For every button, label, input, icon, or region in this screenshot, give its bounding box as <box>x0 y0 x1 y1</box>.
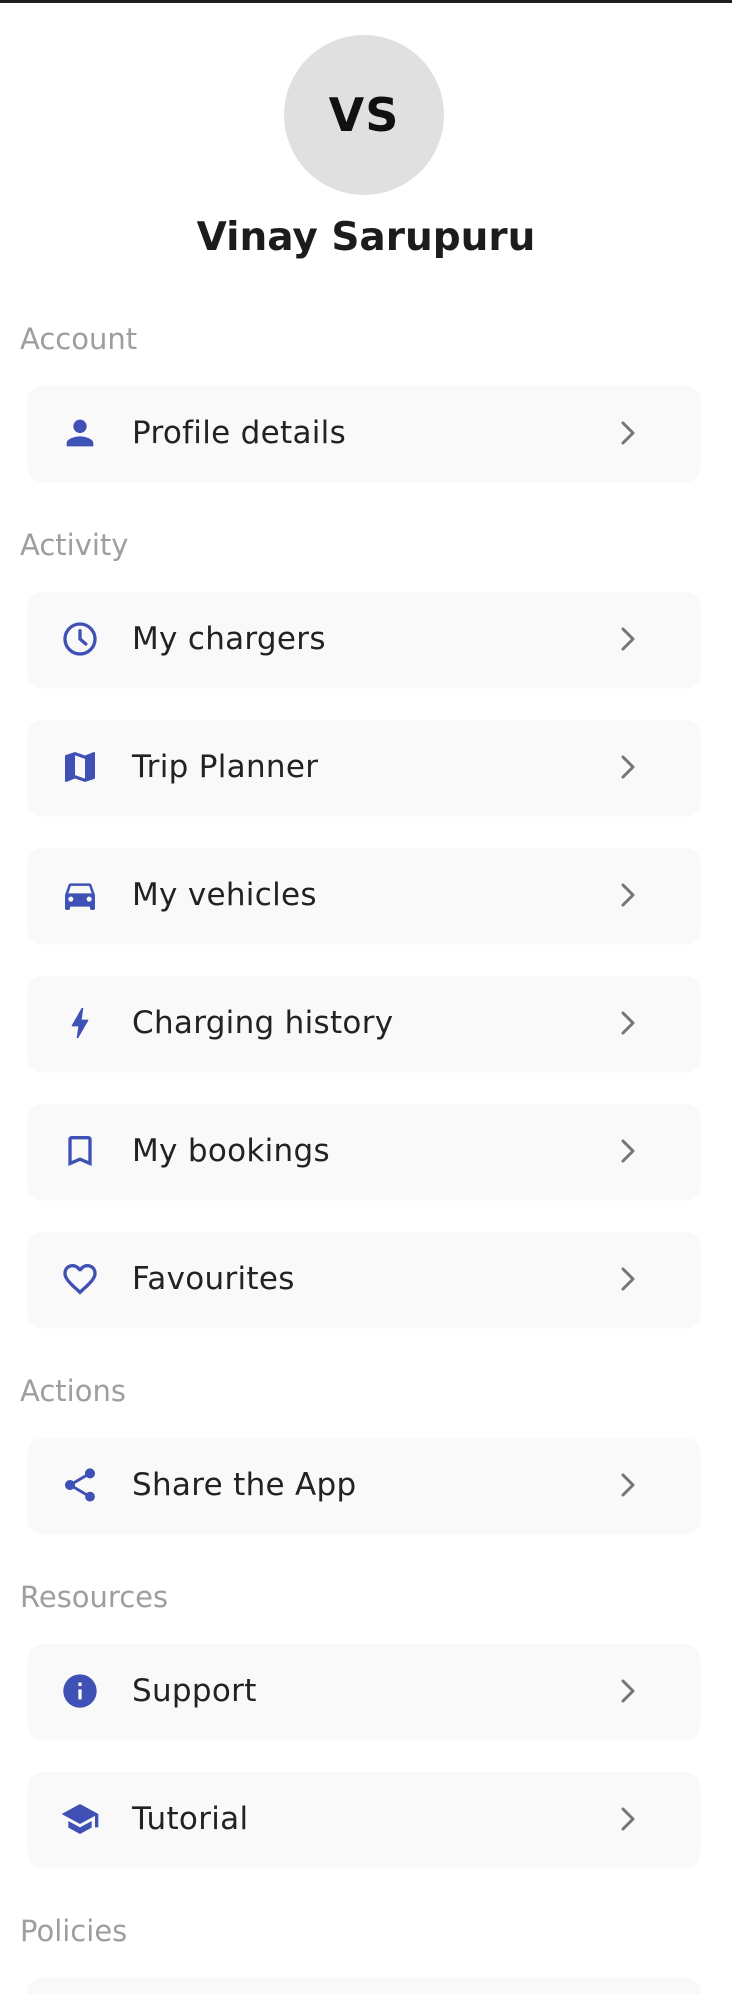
menu-item-profile-details[interactable]: Profile details <box>28 386 700 481</box>
menu-item-label: Trip Planner <box>132 749 319 785</box>
heart-icon <box>60 1259 100 1299</box>
menu-item-my-bookings[interactable]: My bookings <box>28 1104 700 1199</box>
avatar: VS <box>284 35 444 195</box>
menu-item-my-vehicles[interactable]: My vehicles <box>28 848 700 943</box>
menu-item-share-the-app[interactable]: Share the App <box>28 1438 700 1533</box>
section-title-account: Account <box>20 322 138 356</box>
chevron-right-icon <box>618 420 640 446</box>
chevron-right-icon <box>618 1806 640 1832</box>
menu-item-label: Profile details <box>132 415 347 451</box>
car-icon <box>60 875 100 915</box>
chevron-right-icon <box>618 1678 640 1704</box>
clock-icon <box>60 619 100 659</box>
chevron-right-icon <box>618 754 640 780</box>
info-icon <box>60 1671 100 1711</box>
section-title-policies: Policies <box>20 1914 128 1948</box>
school-icon <box>60 1799 100 1839</box>
section-title-resources: Resources <box>20 1580 169 1614</box>
section-title-actions: Actions <box>20 1374 126 1408</box>
menu-item-my-chargers[interactable]: My chargers <box>28 592 700 687</box>
menu-item-label: My chargers <box>132 621 326 657</box>
chevron-right-icon <box>618 1010 640 1036</box>
chevron-right-icon <box>618 1138 640 1164</box>
menu-item-support[interactable]: Support <box>28 1644 700 1739</box>
person-icon <box>60 413 100 453</box>
menu-item-charging-history[interactable]: Charging history <box>28 976 700 1071</box>
chevron-right-icon <box>618 626 640 652</box>
menu-item-policies-partial[interactable] <box>28 1978 700 1994</box>
top-border <box>0 0 732 3</box>
menu-item-label: My bookings <box>132 1133 330 1169</box>
bolt-icon <box>60 1003 100 1043</box>
share-icon <box>60 1465 100 1505</box>
chevron-right-icon <box>618 1266 640 1292</box>
menu-item-label: Charging history <box>132 1005 394 1041</box>
menu-item-trip-planner[interactable]: Trip Planner <box>28 720 700 815</box>
map-icon <box>60 747 100 787</box>
menu-item-label: Favourites <box>132 1261 295 1297</box>
menu-item-label: Share the App <box>132 1467 357 1503</box>
menu-item-favourites[interactable]: Favourites <box>28 1232 700 1327</box>
chevron-right-icon <box>618 1472 640 1498</box>
menu-item-label: Support <box>132 1673 257 1709</box>
profile-page: VS Vinay Sarupuru Account Profile detail… <box>0 0 732 1994</box>
user-name: Vinay Sarupuru <box>196 215 536 260</box>
chevron-right-icon <box>618 882 640 908</box>
menu-item-label: Tutorial <box>132 1801 249 1837</box>
bookmark-icon <box>60 1131 100 1171</box>
section-title-activity: Activity <box>20 528 129 562</box>
menu-item-tutorial[interactable]: Tutorial <box>28 1772 700 1867</box>
menu-item-label: My vehicles <box>132 877 317 913</box>
